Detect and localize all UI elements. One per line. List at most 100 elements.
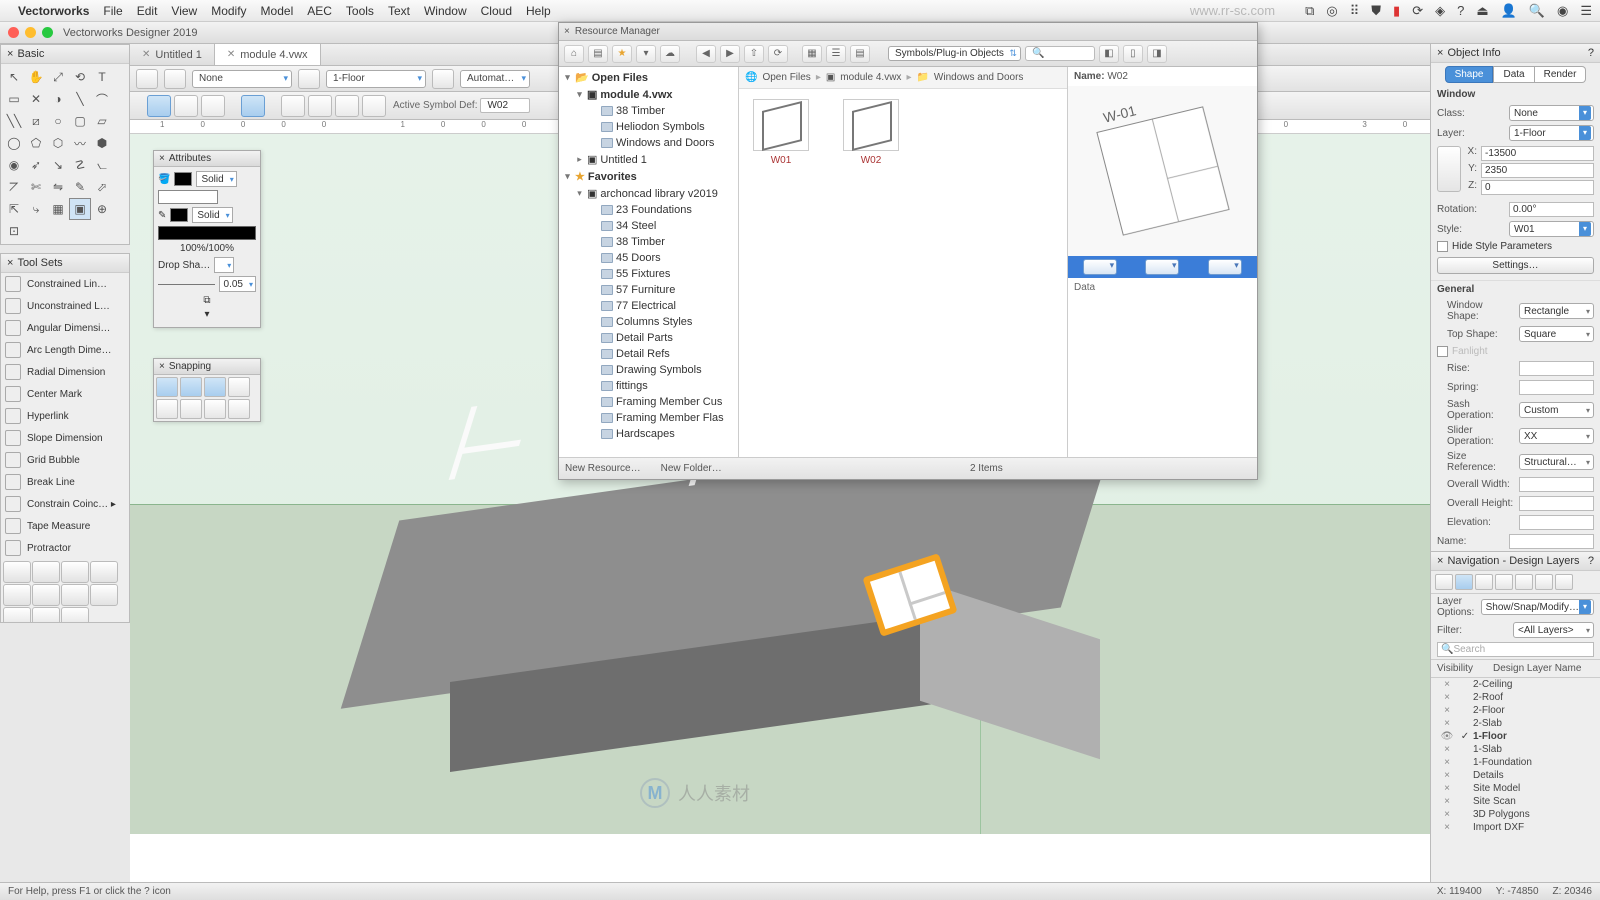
snap-object[interactable] <box>180 377 202 397</box>
rm-view-list-icon[interactable]: ☰ <box>826 45 846 63</box>
menu-aec[interactable]: AEC <box>307 4 332 18</box>
clip-tool[interactable]: ⬀ <box>91 176 113 198</box>
tray-menu-icon[interactable]: ☰ <box>1580 3 1592 19</box>
toolset-tab[interactable] <box>32 561 60 583</box>
symbol-insert-tool[interactable]: ▣ <box>69 198 91 220</box>
snap-distance[interactable] <box>180 399 202 419</box>
fill-color-swatch[interactable] <box>174 172 192 186</box>
oip-row-check[interactable]: Fanlight <box>1431 344 1600 359</box>
oip-name-input[interactable] <box>1509 534 1594 549</box>
toolset-item[interactable]: Grid Bubble <box>1 449 129 471</box>
connect-tool[interactable]: ⤷ <box>25 198 47 220</box>
rm-refresh-icon[interactable]: ⟳ <box>768 45 788 63</box>
mode-align[interactable] <box>241 95 265 117</box>
text-tool[interactable]: T <box>91 66 113 88</box>
attr-mapping-tool[interactable]: ▦ <box>47 198 69 220</box>
split-tool[interactable]: ✎ <box>69 176 91 198</box>
tray-icon[interactable]: ⏏ <box>1476 3 1488 19</box>
line-preview[interactable] <box>158 226 256 240</box>
menu-view[interactable]: View <box>171 4 197 18</box>
rm-fwd-icon[interactable]: ▶ <box>720 45 740 63</box>
rm-cloud-icon[interactable]: ☁ <box>660 45 680 63</box>
toolset-tab[interactable] <box>90 561 118 583</box>
tray-icon[interactable]: ⠿ <box>1350 3 1360 19</box>
nav-layer-row[interactable]: ×1-Foundation <box>1431 756 1600 769</box>
fillet-tool[interactable]: ⦦ <box>91 154 113 176</box>
offset-tool[interactable]: ⇱ <box>3 198 25 220</box>
regular-poly-tool[interactable]: ⬢ <box>91 132 113 154</box>
double-line-tool[interactable]: ╲╲ <box>3 110 25 132</box>
oip-field-input[interactable] <box>1519 515 1594 530</box>
close-icon[interactable]: ✕ <box>227 49 235 60</box>
oip-tab-shape[interactable]: Shape <box>1445 66 1494 83</box>
doc-tab-untitled[interactable]: ✕Untitled 1 <box>130 44 215 65</box>
rm-insert-opt[interactable] <box>1145 259 1179 275</box>
close-icon[interactable]: × <box>564 26 570 37</box>
rm-search-input[interactable]: 🔍 <box>1025 46 1095 61</box>
rm-file-icon[interactable]: ▤ <box>588 45 608 63</box>
mode-insert[interactable] <box>147 95 171 117</box>
tray-icon[interactable]: ◉ <box>1557 3 1568 19</box>
oip-style-select[interactable]: W01 <box>1509 221 1594 237</box>
rm-tree[interactable]: ▾📂 Open Files ▾▣ module 4.vwx 38 Timber … <box>559 67 739 457</box>
zoom-button[interactable] <box>42 27 53 38</box>
nav-layer-row[interactable]: ×2-Ceiling <box>1431 678 1600 691</box>
callout-tool[interactable]: ⊡ <box>3 220 25 242</box>
class-select[interactable]: None <box>192 70 292 88</box>
mode-opt3[interactable] <box>335 95 359 117</box>
oip-tab-data[interactable]: Data <box>1493 66 1534 83</box>
back-button[interactable] <box>136 69 158 89</box>
toolset-item[interactable]: Unconstrained L… <box>1 295 129 317</box>
mode-opt1[interactable] <box>281 95 305 117</box>
rm-view-small-icon[interactable]: ▤ <box>850 45 870 63</box>
snap-smart[interactable] <box>156 399 178 419</box>
oip-coord-mode[interactable] <box>1437 146 1461 192</box>
circle-tool[interactable]: ◯ <box>3 132 25 154</box>
mode-offset[interactable] <box>201 95 225 117</box>
rm-symbol-w02[interactable]: W02 <box>839 99 903 447</box>
rm-new-resource-button[interactable]: New Resource… <box>565 463 641 474</box>
fill-preview[interactable] <box>158 190 218 204</box>
rm-grid[interactable]: W01 W02 ↖ <box>739 89 1067 457</box>
toolset-tab[interactable] <box>3 561 31 583</box>
2d-poly-tool[interactable]: ▱ <box>91 110 113 132</box>
rm-breadcrumb[interactable]: 🌐 Open Files▸ ▣ module 4.vwx▸ 📁 Windows … <box>739 67 1067 89</box>
rm-view-thumb-icon[interactable]: ▦ <box>802 45 822 63</box>
menu-modify[interactable]: Modify <box>211 4 246 18</box>
oip-field-input[interactable] <box>1519 380 1594 395</box>
pen-style-select[interactable]: Solid <box>192 207 232 223</box>
mode-opt4[interactable] <box>362 95 386 117</box>
close-button[interactable] <box>8 27 19 38</box>
toolset-tab[interactable] <box>61 584 89 606</box>
plane-select[interactable]: Automat… <box>460 70 530 88</box>
toolset-item[interactable]: Arc Length Dime… <box>1 339 129 361</box>
eyedropper-tool[interactable]: ➶ <box>25 154 47 176</box>
mode-pickup[interactable] <box>174 95 198 117</box>
zoom-tool[interactable]: ⤢ <box>47 66 69 88</box>
nav-layer-row[interactable]: ×Details <box>1431 769 1600 782</box>
nav-saved-views-icon[interactable] <box>1515 574 1533 590</box>
tray-shield-icon[interactable]: ⛊ <box>1371 3 1381 19</box>
snap-angle[interactable] <box>204 377 226 397</box>
line-tool[interactable]: ╲ <box>69 88 91 110</box>
arc-tool[interactable]: ⌒ <box>91 88 113 110</box>
nav-layer-row[interactable]: ×Import DXF <box>1431 821 1600 834</box>
visibility-tool[interactable]: ◑ <box>47 88 69 110</box>
oval-tool[interactable]: ○ <box>47 110 69 132</box>
rect-tool[interactable]: ▭ <box>3 88 25 110</box>
nav-search-input[interactable]: 🔍 Search <box>1437 642 1594 657</box>
tray-icon[interactable]: ⟳ <box>1412 3 1423 19</box>
plane-icon[interactable] <box>432 69 454 89</box>
chamfer-tool[interactable]: ⦢ <box>3 176 25 198</box>
close-icon[interactable]: ✕ <box>142 49 150 60</box>
lasso-tool[interactable]: ☡ <box>69 154 91 176</box>
toolset-item[interactable]: Slope Dimension <box>1 427 129 449</box>
link-icon[interactable]: ⧉ <box>203 295 210 306</box>
toolset-item[interactable]: Break Line <box>1 471 129 493</box>
oip-layer-select[interactable]: 1-Floor <box>1509 125 1594 141</box>
layer-select[interactable]: 1-Floor <box>326 70 426 88</box>
toolset-item[interactable]: Radial Dimension <box>1 361 129 383</box>
menu-model[interactable]: Model <box>261 4 294 18</box>
rm-pane-mid-icon[interactable]: ▯ <box>1123 45 1143 63</box>
toolset-item[interactable]: Tape Measure <box>1 515 129 537</box>
